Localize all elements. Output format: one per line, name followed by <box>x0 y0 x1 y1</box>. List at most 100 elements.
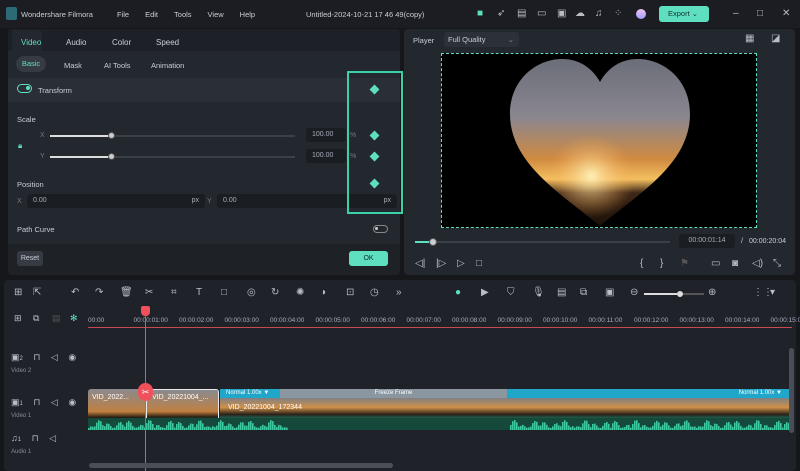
vertical-scrollbar[interactable] <box>789 348 794 433</box>
gift-icon[interactable]: ■ <box>477 9 483 19</box>
tab-video-label[interactable]: Video <box>21 38 41 47</box>
mark-in-icon[interactable]: { <box>640 259 643 269</box>
split-scissors-icon[interactable]: ✂ <box>138 383 153 401</box>
mute-icon[interactable]: ◁ <box>51 352 58 362</box>
cloud-icon[interactable]: ☁ <box>575 9 585 19</box>
subtab-basic[interactable]: Basic <box>16 56 46 72</box>
export-button[interactable]: Export ⌄ <box>659 6 709 22</box>
snapshot-icon[interactable]: ◙ <box>732 259 738 269</box>
mute-icon[interactable]: ◁ <box>49 433 56 443</box>
save-icon[interactable]: ▣ <box>557 9 566 19</box>
undo-icon[interactable]: ↶ <box>71 288 79 298</box>
subtab-animation[interactable]: Animation <box>151 61 184 70</box>
waveform-bar <box>630 427 632 430</box>
lock-icon[interactable]: 🔒︎ <box>18 141 22 151</box>
cut-icon[interactable]: ✂ <box>145 288 153 298</box>
add-track-icon[interactable]: ⊞ <box>14 313 22 324</box>
zoom-in-icon[interactable]: ⊕ <box>708 288 716 298</box>
avatar[interactable] <box>636 9 646 19</box>
mic-icon[interactable]: 🎙︎ <box>532 288 545 298</box>
previous-frame-icon[interactable]: ◁| <box>415 259 425 269</box>
play-icon[interactable]: ▷ <box>457 259 465 269</box>
speed-segment-freeze-frame[interactable]: Freeze Frame <box>280 389 507 398</box>
horizontal-scrollbar[interactable] <box>89 463 393 468</box>
minimize-icon[interactable]: – <box>733 9 739 19</box>
color-icon[interactable]: ✺ <box>296 288 304 298</box>
scale-x-input[interactable]: 100.00 <box>306 128 346 142</box>
menu-help[interactable]: Help <box>240 10 255 19</box>
maximize-icon[interactable]: □ <box>757 9 763 19</box>
lock-track-icon[interactable]: ⊓ <box>33 397 40 407</box>
mask-rect-icon[interactable]: □ <box>221 288 227 298</box>
mute-icon[interactable]: ◁ <box>51 397 58 407</box>
playback-progress-bar[interactable] <box>415 238 670 246</box>
send-icon[interactable]: ➶ <box>497 9 505 19</box>
subtab-mask[interactable]: Mask <box>64 61 82 70</box>
current-time[interactable]: 00:00:01:14 <box>679 234 735 248</box>
bell-icon[interactable]: ♫ <box>595 9 603 19</box>
redo-icon[interactable]: ↷ <box>95 288 103 298</box>
crop-icon[interactable]: ⌗ <box>171 288 177 298</box>
ripple-icon[interactable]: ✻ <box>70 313 78 324</box>
shield-icon[interactable]: ⛉ <box>507 288 515 298</box>
delete-icon[interactable]: 🗑︎ <box>120 288 133 298</box>
play-preview-icon[interactable]: ▶ <box>481 288 489 298</box>
position-x-input[interactable]: 0.00 px <box>27 194 205 208</box>
grid-select-icon[interactable]: ⊞ <box>14 288 22 298</box>
transform-toggle[interactable] <box>17 84 32 93</box>
zoom-out-icon[interactable]: ⊖ <box>630 288 638 298</box>
display-icon[interactable]: ▭ <box>711 259 720 269</box>
volume-icon[interactable]: ◁) <box>752 259 763 269</box>
menu-tools[interactable]: Tools <box>174 10 192 19</box>
grid-view-icon[interactable]: ▦ <box>745 34 754 44</box>
subtab-ai-tools[interactable]: AI Tools <box>104 61 131 70</box>
freeze-icon[interactable]: ⊡ <box>346 288 354 298</box>
notes-icon[interactable]: ▤ <box>517 9 526 19</box>
stabilize-icon[interactable]: ◎ <box>247 288 256 298</box>
speed-ramp-icon[interactable]: ◑ <box>320 288 326 298</box>
zoom-slider[interactable] <box>644 291 704 297</box>
ok-button[interactable]: OK <box>349 251 388 266</box>
clip-icon[interactable]: ⧉ <box>580 288 587 298</box>
snap-icon[interactable]: ▤ <box>52 313 61 324</box>
video-preview[interactable] <box>441 53 757 228</box>
monitor-icon[interactable]: ▭ <box>537 9 546 19</box>
link-icon[interactable]: ⧉ <box>33 313 39 324</box>
reset-button[interactable]: Reset <box>17 251 43 266</box>
mark-out-icon[interactable]: } <box>660 259 663 269</box>
next-frame-icon[interactable]: |▷ <box>436 259 446 269</box>
tab-speed[interactable]: Speed <box>156 38 179 47</box>
select-tool-icon[interactable]: ⇱ <box>33 288 41 298</box>
timer-icon[interactable]: ◷ <box>370 288 379 298</box>
marker-icon[interactable]: ⚑ <box>680 259 689 269</box>
visibility-icon[interactable]: ◉ <box>68 397 76 407</box>
tab-audio[interactable]: Audio <box>66 38 86 47</box>
text-icon[interactable]: T <box>196 288 202 298</box>
layout-dropdown-icon[interactable]: ▾ <box>770 288 775 298</box>
scale-y-input[interactable]: 100.00 <box>306 149 346 163</box>
path-curve-toggle[interactable] <box>373 225 388 233</box>
menu-file[interactable]: File <box>117 10 129 19</box>
quality-dropdown[interactable]: Full Quality ⌄ <box>444 32 519 47</box>
rotate-icon[interactable]: ↻ <box>271 288 279 298</box>
scale-y-slider[interactable] <box>50 153 295 160</box>
visibility-icon[interactable]: ◉ <box>68 352 76 362</box>
speed-segment-normal-2[interactable]: Normal 1.00x ▼ <box>507 389 790 398</box>
lock-track-icon[interactable]: ⊓ <box>32 433 39 443</box>
ai-render-icon[interactable]: ● <box>455 288 461 298</box>
voiceover-icon[interactable]: ▤ <box>557 288 566 298</box>
menu-view[interactable]: View <box>208 10 224 19</box>
menu-edit[interactable]: Edit <box>145 10 158 19</box>
subtitles-icon[interactable]: ▣ <box>605 288 614 298</box>
fullscreen-icon[interactable]: ⤡ <box>773 259 781 269</box>
speed-segment-normal-1[interactable]: Normal 1.00x ▼ <box>220 389 280 398</box>
stop-icon[interactable]: □ <box>476 259 482 269</box>
close-icon[interactable]: ✕ <box>782 9 790 19</box>
scale-x-slider[interactable] <box>50 132 295 139</box>
playhead-handle[interactable] <box>141 306 150 316</box>
apps-icon[interactable]: ⁘ <box>614 9 622 19</box>
lock-track-icon[interactable]: ⊓ <box>33 352 40 362</box>
chart-icon[interactable]: ◪ <box>771 34 780 44</box>
more-icon[interactable]: » <box>396 288 402 298</box>
tab-color[interactable]: Color <box>112 38 131 47</box>
